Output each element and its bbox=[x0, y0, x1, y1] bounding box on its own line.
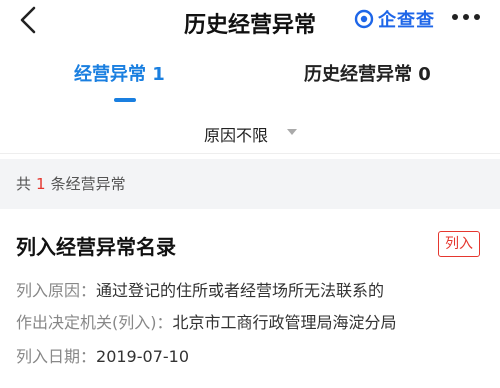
date-row: 列入日期：2019-07-10 bbox=[16, 343, 189, 367]
tab-bar: 经营异常 1 历史经营异常 0 bbox=[0, 52, 500, 106]
more-dots-icon[interactable] bbox=[452, 14, 480, 20]
brand-name: 企查查 bbox=[378, 10, 435, 31]
top-bar: 历史经营异常 企查查 bbox=[0, 0, 500, 44]
caret-down-icon bbox=[287, 129, 297, 135]
reason-value: 通过登记的住所或者经营场所无法联系的 bbox=[96, 281, 385, 300]
summary-text: 共 1 条经营异常 bbox=[16, 173, 126, 194]
reason-label: 列入原因： bbox=[16, 281, 97, 300]
tab-business-abnormal[interactable]: 经营异常 1 bbox=[74, 60, 165, 86]
authority-label: 作出决定机关(列入)： bbox=[16, 313, 173, 332]
filter-label: 原因不限 bbox=[204, 126, 269, 145]
reason-filter[interactable]: 原因不限 bbox=[0, 110, 500, 154]
record-title: 列入经营异常名录 bbox=[16, 235, 176, 259]
qichacha-logo-icon bbox=[354, 9, 374, 29]
date-label: 列入日期： bbox=[16, 347, 97, 366]
authority-row: 作出决定机关(列入)：北京市工商行政管理局海淀分局 bbox=[16, 309, 397, 333]
reason-row: 列入原因：通过登记的住所或者经营场所无法联系的 bbox=[16, 277, 384, 301]
active-tab-indicator bbox=[114, 98, 136, 102]
summary-suffix: 条经营异常 bbox=[50, 175, 126, 193]
summary-count: 1 bbox=[36, 175, 46, 193]
result-summary: 共 1 条经营异常 bbox=[0, 159, 500, 209]
date-value: 2019-07-10 bbox=[96, 347, 189, 366]
tab-historical-abnormal[interactable]: 历史经营异常 0 bbox=[304, 60, 431, 86]
record-card[interactable]: 列入经营异常名录 列入 列入原因：通过登记的住所或者经营场所无法联系的 作出决定… bbox=[0, 209, 500, 388]
authority-value: 北京市工商行政管理局海淀分局 bbox=[172, 313, 397, 332]
summary-prefix: 共 bbox=[16, 175, 32, 193]
status-badge: 列入 bbox=[438, 231, 480, 257]
brand-logo: 企查查 bbox=[354, 6, 435, 32]
